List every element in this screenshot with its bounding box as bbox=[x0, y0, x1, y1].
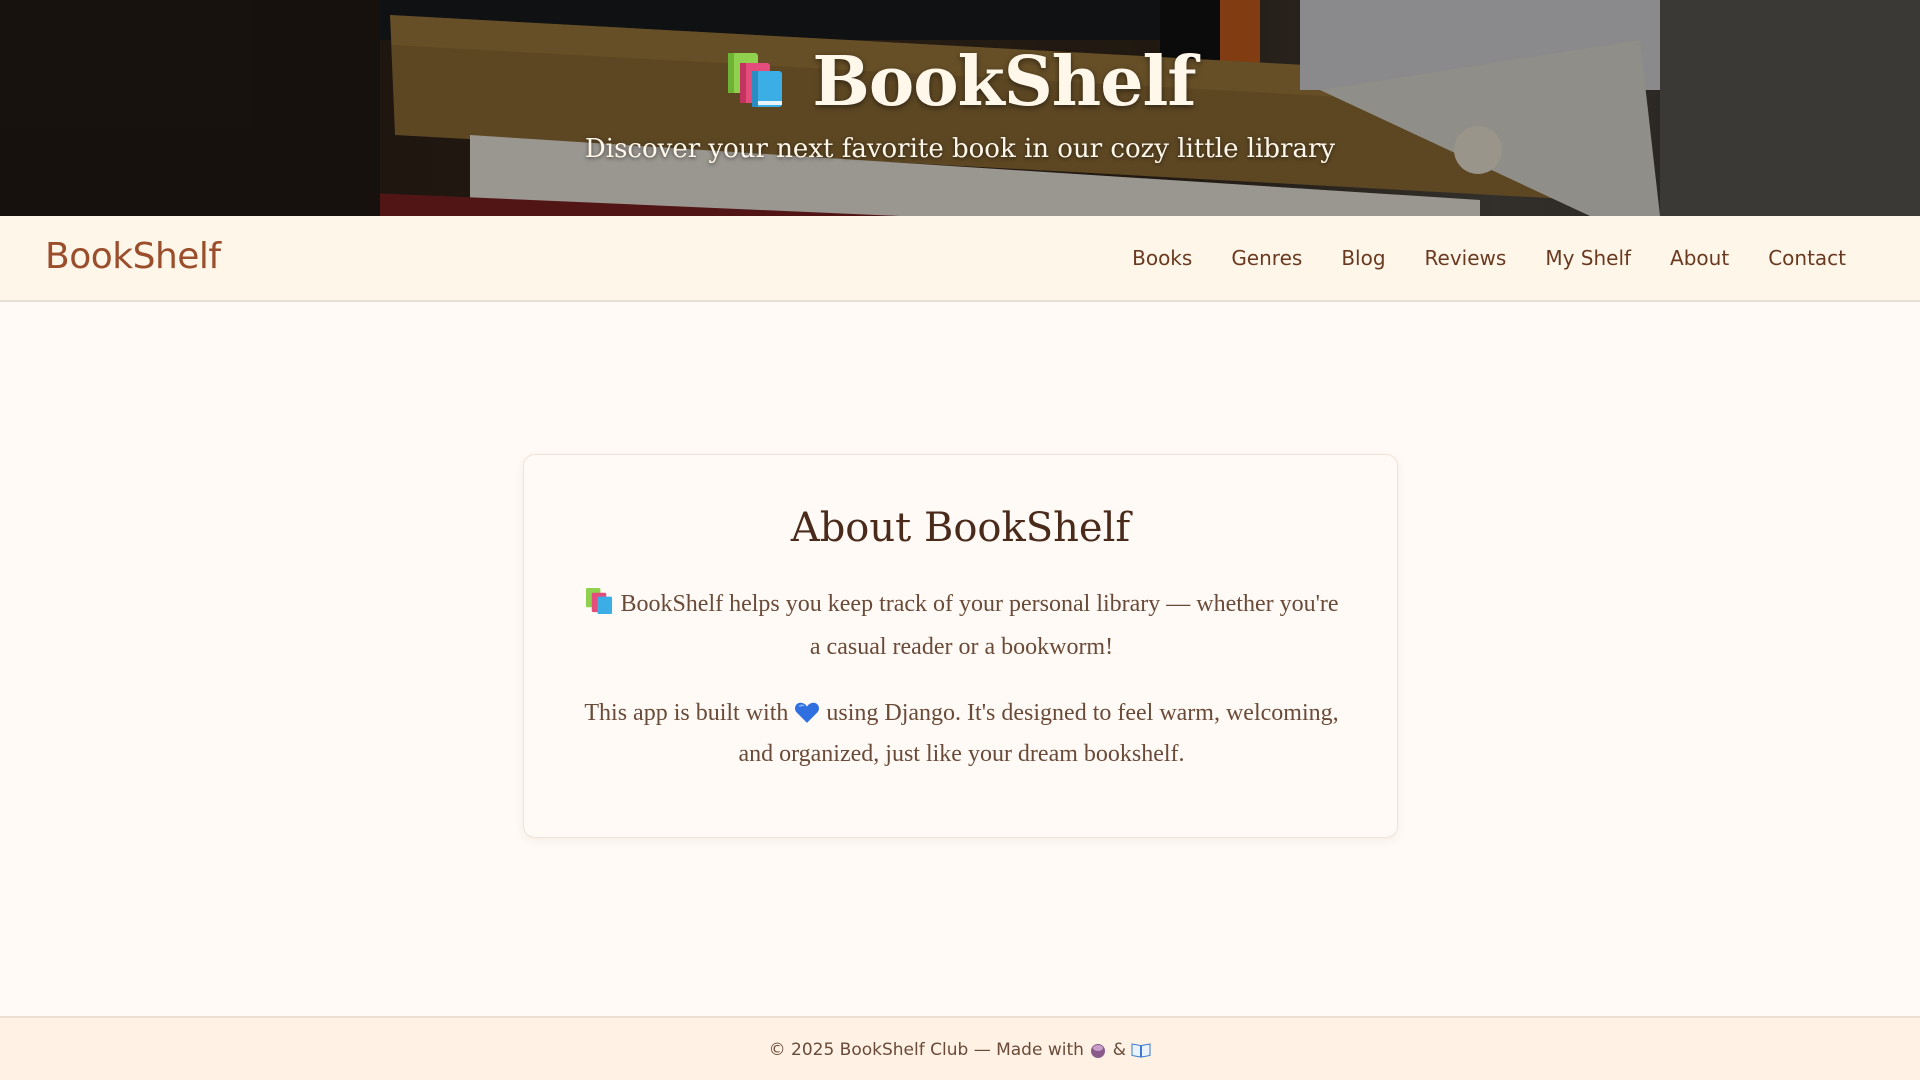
nav-link-genres[interactable]: Genres bbox=[1231, 246, 1302, 270]
nav-link-books[interactable]: Books bbox=[1132, 246, 1192, 270]
footer-text: © 2025 BookShelf Club — Made with & bbox=[0, 1040, 1920, 1064]
hero-title: BookShelf bbox=[812, 42, 1196, 122]
hero-heading: BookShelf bbox=[0, 42, 1920, 122]
footer: © 2025 BookShelf Club — Made with & bbox=[0, 1016, 1920, 1080]
nav-link-my-shelf[interactable]: My Shelf bbox=[1545, 246, 1631, 270]
about-heading: About BookShelf bbox=[790, 505, 1131, 551]
footer-separator: & bbox=[1112, 1040, 1126, 1060]
nav-link-contact[interactable]: Contact bbox=[1768, 246, 1846, 270]
about-paragraph-2: This app is built with using Django. It'… bbox=[584, 695, 1339, 773]
blue-heart-icon bbox=[794, 699, 820, 736]
about-paragraph-2-start: This app is built with bbox=[584, 700, 789, 726]
nav-link-reviews[interactable]: Reviews bbox=[1425, 246, 1507, 270]
about-paragraph-1: BookShelf helps you keep track of your p… bbox=[584, 585, 1339, 667]
navbar: BookShelf Books Genres Blog Reviews My S… bbox=[0, 216, 1920, 302]
about-paragraph-1-text: BookShelf helps you keep track of your p… bbox=[620, 591, 1339, 660]
coffee-icon bbox=[1089, 1041, 1107, 1064]
books-icon bbox=[724, 51, 786, 114]
nav-links: Books Genres Blog Reviews My Shelf About… bbox=[1132, 246, 1846, 270]
nav-link-about[interactable]: About bbox=[1670, 246, 1729, 270]
about-paragraph-2-end: using Django. It's designed to feel warm… bbox=[738, 700, 1339, 767]
hero-subtitle: Discover your next favorite book in our … bbox=[584, 134, 1336, 164]
open-book-icon bbox=[1131, 1041, 1151, 1064]
nav-link-blog[interactable]: Blog bbox=[1341, 246, 1385, 270]
books-icon bbox=[584, 587, 614, 628]
about-card: About BookShelf BookShelf helps you keep… bbox=[523, 454, 1398, 838]
footer-copyright: © 2025 BookShelf Club — Made with bbox=[768, 1040, 1084, 1060]
hero-banner: BookShelf Discover your next favorite bo… bbox=[0, 0, 1920, 216]
brand-logo[interactable]: BookShelf bbox=[45, 236, 221, 277]
